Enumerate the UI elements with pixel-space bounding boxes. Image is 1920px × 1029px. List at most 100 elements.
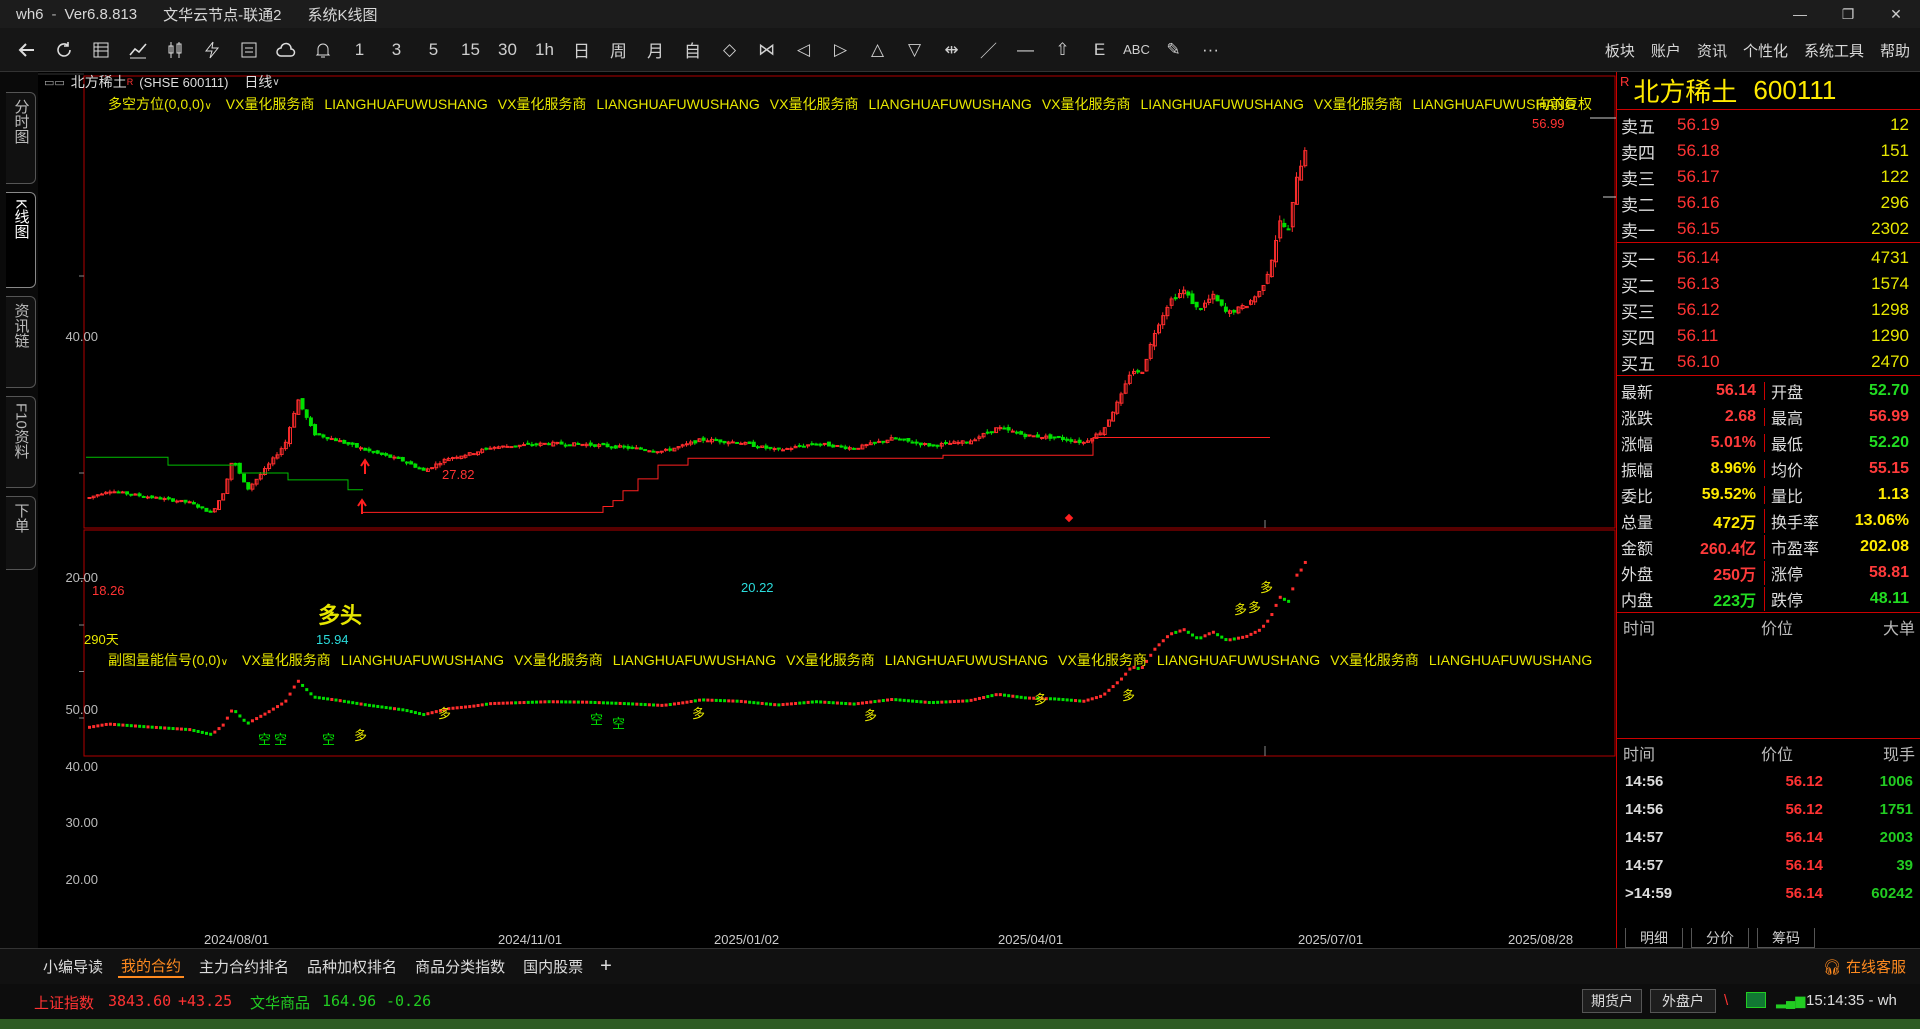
period-15min[interactable]: 15 [452,34,489,66]
index2-name[interactable]: 文华商品 [250,992,310,1013]
bell-icon[interactable] [304,34,341,66]
crosshair-icon[interactable]: ⇹ [933,34,970,66]
line-chart-icon[interactable] [119,34,156,66]
tab-commodity-index[interactable]: 商品分类指数 [412,956,508,977]
sub-indicator-name[interactable]: 副图量能信号(0,0) [108,652,221,668]
period-1min[interactable]: 1 [341,34,378,66]
peak-price-label: 27.82 [442,467,475,482]
candle-body [898,438,902,441]
bid-row[interactable]: 买四 56.11 1290 [1617,323,1920,349]
lightning-icon[interactable] [193,34,230,66]
tab-editor-guide[interactable]: 小编导读 [40,956,106,977]
pen-icon[interactable]: ✎ [1155,34,1192,66]
tick-row[interactable]: 14:56 56.12 1006 [1617,767,1920,795]
tab-f10[interactable]: F10资料 [6,396,36,488]
tab-chips[interactable]: 筹码 [1757,928,1815,948]
text-tool-icon[interactable]: ABC [1118,34,1155,66]
tab-domestic-stocks[interactable]: 国内股票 [520,956,586,977]
minimize-icon[interactable]: — [1776,0,1824,28]
back-icon[interactable] [8,34,45,66]
server-node[interactable]: 文华云节点-联通2 [163,4,281,25]
quote-board-icon[interactable] [230,34,267,66]
draw-line-icon[interactable]: ／ [970,34,1007,66]
right-arrow-icon[interactable]: ▷ [822,34,859,66]
period-custom[interactable]: 自 [674,34,711,66]
menu-account[interactable]: 账户 [1651,40,1681,61]
ask-row[interactable]: 卖四 56.18 151 [1617,138,1920,164]
shrink-icon[interactable]: ◇ [711,34,748,66]
ask-row[interactable]: 卖一 56.15 2302 [1617,216,1920,242]
candle-body [684,443,689,446]
period-30min[interactable]: 30 [489,34,526,66]
zoom-out-icon[interactable]: ▽ [896,34,933,66]
table-icon[interactable] [82,34,119,66]
candle-body [559,441,564,445]
horizontal-line-icon[interactable]: — [1007,34,1044,66]
chart-area[interactable]: 多多多多多多多多多空空空空空 ▭▭ 北方稀土 R (SHSE 600111) 日… [38,72,1616,948]
main-indicator-name[interactable]: 多空方位(0,0,0) [108,96,204,112]
period-day[interactable]: 日 [563,34,600,66]
chevron-down-icon[interactable]: ∨ [204,101,211,112]
tick-row[interactable]: 14:57 56.14 39 [1617,851,1920,879]
tab-price-dist[interactable]: 分价 [1691,928,1749,948]
ask-row[interactable]: 卖三 56.17 122 [1617,164,1920,190]
tab-intraday[interactable]: 分时图 [6,92,36,184]
zoom-in-icon[interactable]: △ [859,34,896,66]
tab-weighted-rank[interactable]: 品种加权排名 [304,956,400,977]
online-service[interactable]: 🎧︎ 在线客服 [1823,956,1906,977]
close-icon[interactable]: ✕ [1872,0,1920,28]
menu-news[interactable]: 资讯 [1697,40,1727,61]
tab-news-chain[interactable]: 资讯链 [6,296,36,388]
bid-row[interactable]: 买二 56.13 1574 [1617,271,1920,297]
menu-system-tools[interactable]: 系统工具 [1804,40,1864,61]
menu-help[interactable]: 帮助 [1880,40,1910,61]
sub-signal-dot [794,701,798,705]
tick-row[interactable]: >14:59 56.14 60242 [1617,879,1920,907]
chevron-down-icon[interactable]: ∨ [221,657,228,668]
menu-personalize[interactable]: 个性化 [1743,40,1788,61]
tab-detail[interactable]: 明细 [1625,928,1683,948]
tab-kline[interactable]: K线图 [6,192,36,288]
tick-row[interactable]: 14:56 56.12 1751 [1617,795,1920,823]
ask-row[interactable]: 卖五 56.19 12 [1617,112,1920,138]
more-icon[interactable]: ··· [1192,34,1229,66]
cloud-icon[interactable] [267,34,304,66]
candle-body [363,447,368,451]
add-tab-icon[interactable]: + [600,955,612,978]
left-arrow-icon[interactable]: ◁ [785,34,822,66]
period-5min[interactable]: 5 [415,34,452,66]
tick-row[interactable]: 14:57 56.14 2003 [1617,823,1920,851]
indicator-tag: VX量化服务商 [497,96,587,112]
bid-row[interactable]: 买三 56.12 1298 [1617,297,1920,323]
expand-icon[interactable]: ⋈ [748,34,785,66]
foreign-account-button[interactable]: 外盘户 [1650,989,1716,1013]
period-month[interactable]: 月 [637,34,674,66]
tab-main-contract-rank[interactable]: 主力合约排名 [196,956,292,977]
candle-body [547,443,552,446]
bid-row[interactable]: 买一 56.14 4731 [1617,245,1920,271]
maximize-icon[interactable]: ❐ [1824,0,1872,28]
sub-signal-dot [802,701,806,705]
candlestick-icon[interactable] [156,34,193,66]
period-selector[interactable]: 日线 [244,72,272,92]
chart-mini-icon[interactable] [1746,992,1766,1008]
period-1h[interactable]: 1h [526,34,563,66]
refresh-icon[interactable] [45,34,82,66]
adjust-mode[interactable]: 向前复权 [1536,94,1592,114]
tab-order[interactable]: 下单 [6,496,36,570]
menu-sector[interactable]: 板块 [1605,40,1635,61]
chevron-down-icon[interactable]: ∨ [272,77,279,88]
bid-row[interactable]: 买五 56.10 2470 [1617,349,1920,375]
fib-icon[interactable]: E [1081,34,1118,66]
sub-signal-dot [1266,619,1270,623]
index1-name[interactable]: 上证指数 [34,992,94,1013]
futures-account-button[interactable]: 期货户 [1582,989,1642,1013]
kline-chart[interactable]: 多多多多多 多多 多多空空空空空 [38,72,1616,948]
stat-value: 59.52% [1669,486,1765,504]
ask-row[interactable]: 卖二 56.16 296 [1617,190,1920,216]
grid-icon[interactable]: ▭▭ [44,76,65,89]
period-week[interactable]: 周 [600,34,637,66]
tab-my-contracts[interactable]: 我的合约 [118,955,185,978]
up-arrow-icon[interactable]: ⇧ [1044,34,1081,66]
period-3min[interactable]: 3 [378,34,415,66]
